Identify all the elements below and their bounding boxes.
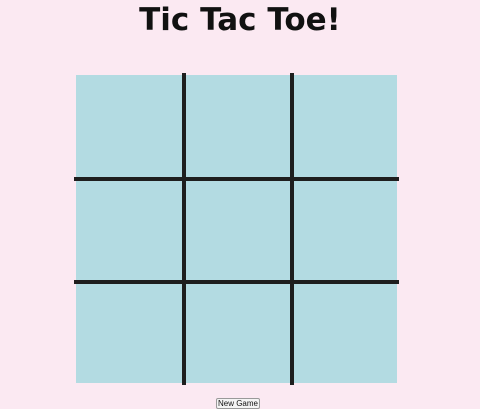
- grid-line-vertical-1: [182, 73, 186, 385]
- new-game-button[interactable]: New Game: [216, 398, 260, 409]
- board-cell-2-2[interactable]: [186, 181, 290, 280]
- grid-line-horizontal-2: [74, 280, 399, 284]
- board-cell-1-3[interactable]: [294, 75, 397, 177]
- game-board: [74, 73, 399, 385]
- page-title: Tic Tac Toe!: [139, 2, 341, 38]
- board-cell-1-1[interactable]: [76, 75, 182, 177]
- board-cell-2-1[interactable]: [76, 181, 182, 280]
- board-cell-2-3[interactable]: [294, 181, 397, 280]
- board-cell-3-3[interactable]: [294, 284, 397, 383]
- game-page: Tic Tac Toe! New Game: [0, 0, 480, 409]
- board-cell-3-2[interactable]: [186, 284, 290, 383]
- grid-line-horizontal-1: [74, 177, 399, 181]
- grid-line-vertical-2: [290, 73, 294, 385]
- board-cell-1-2[interactable]: [186, 75, 290, 177]
- board-cell-3-1[interactable]: [76, 284, 182, 383]
